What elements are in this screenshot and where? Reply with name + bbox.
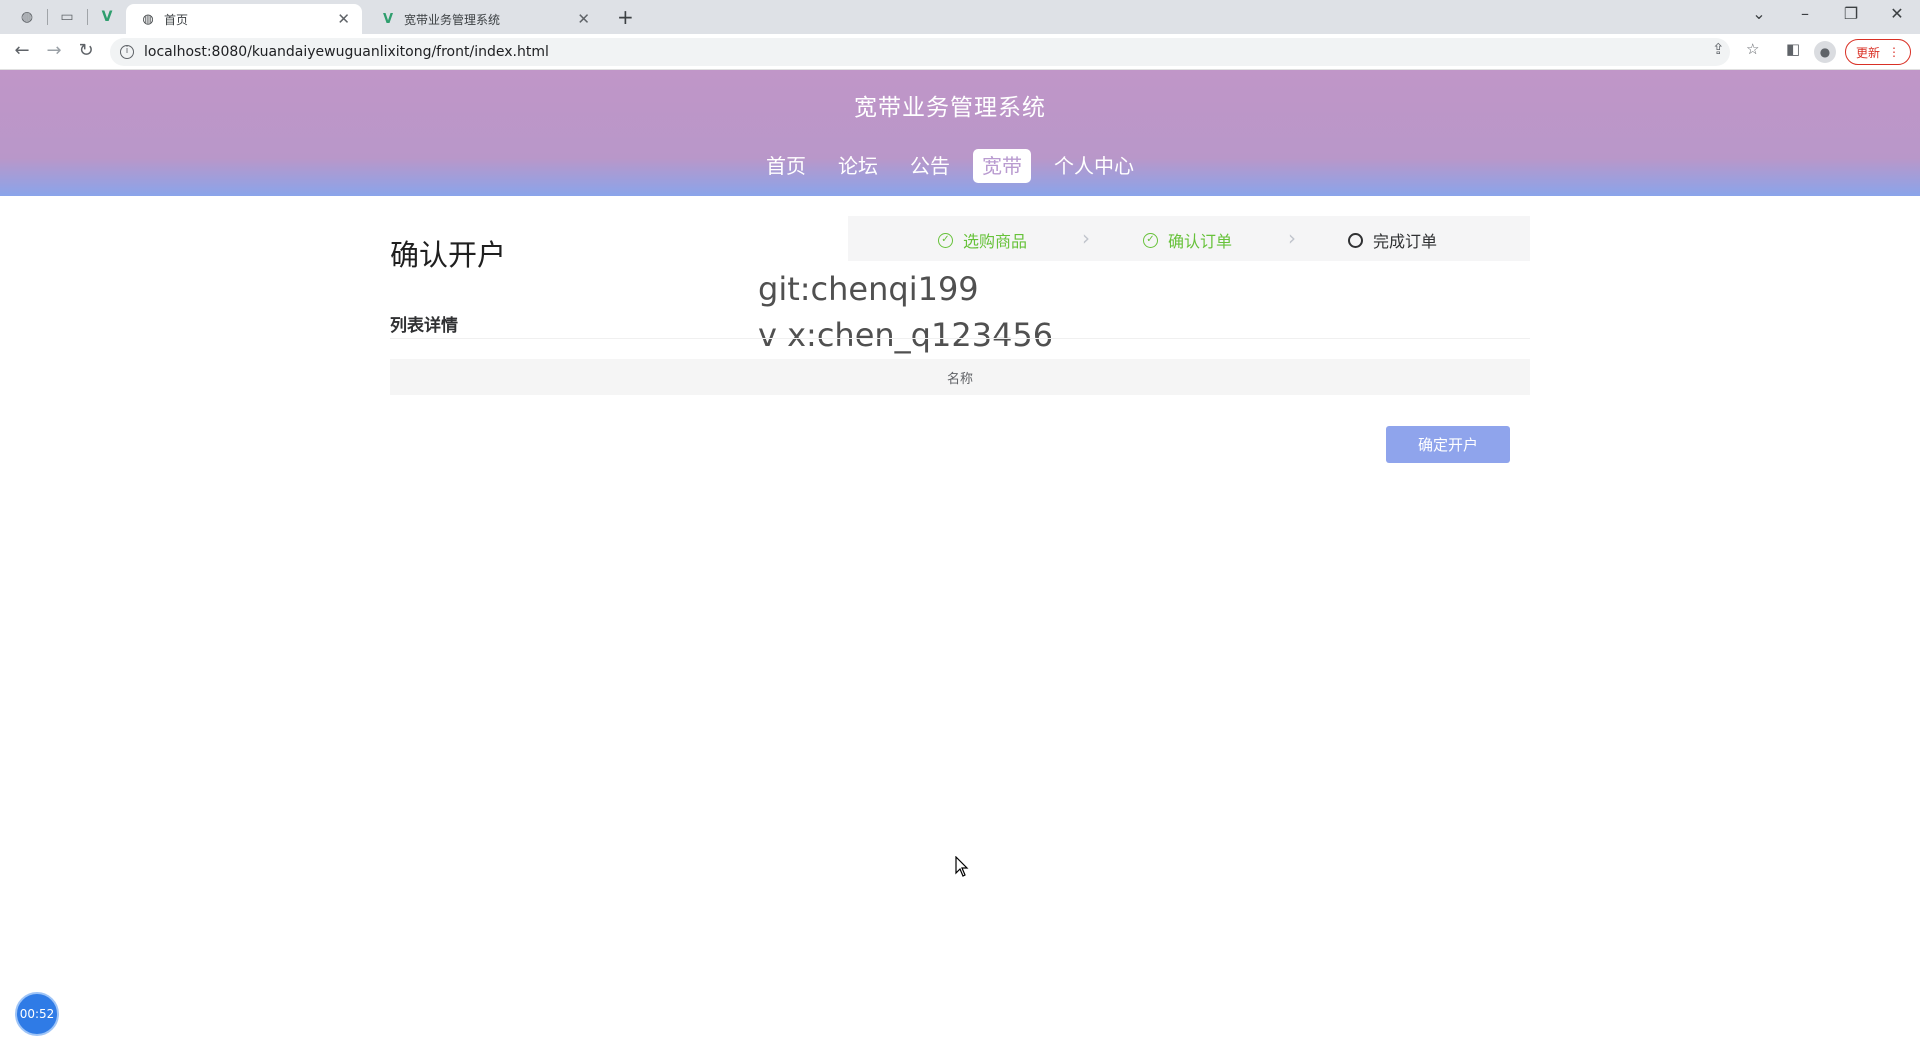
address-bar: ← → ↻ i localhost:8080/kuandaiyewuguanli… bbox=[0, 34, 1920, 70]
reload-icon[interactable]: ↻ bbox=[74, 40, 98, 61]
pinned-tab-globe-icon[interactable]: ◍ bbox=[14, 6, 40, 28]
restore-icon[interactable]: ❐ bbox=[1836, 4, 1866, 23]
nav-item-notice[interactable]: 公告 bbox=[901, 149, 959, 183]
step-complete-order: 完成订单 bbox=[1348, 228, 1437, 252]
section-title: 列表详情 bbox=[390, 316, 458, 336]
watermark-text: git:chenqi199 v x:chen_q123456 bbox=[758, 266, 1053, 358]
step-label: 选购商品 bbox=[963, 232, 1028, 251]
chevron-right-icon: › bbox=[1082, 226, 1090, 250]
confirm-open-account-button[interactable]: 确定开户 bbox=[1386, 426, 1510, 463]
tab-separator bbox=[47, 9, 48, 25]
profile-avatar-icon[interactable]: ● bbox=[1814, 41, 1836, 63]
pinned-tab-vue-icon[interactable]: V bbox=[94, 6, 120, 28]
update-button[interactable]: 更新 ⋮ bbox=[1845, 39, 1911, 65]
new-tab-plus-icon[interactable]: + bbox=[617, 5, 634, 29]
step-label: 完成订单 bbox=[1373, 232, 1438, 251]
url-text: localhost:8080/kuandaiyewuguanlixitong/f… bbox=[144, 44, 549, 60]
nav-item-home[interactable]: 首页 bbox=[757, 149, 815, 183]
step-select-goods: ✓ 选购商品 bbox=[938, 228, 1027, 252]
mouse-cursor-icon bbox=[955, 856, 969, 877]
step-label: 确认订单 bbox=[1168, 232, 1233, 251]
close-icon[interactable]: ✕ bbox=[577, 10, 590, 28]
app-title: 宽带业务管理系统 bbox=[854, 95, 1046, 121]
url-field[interactable]: i localhost:8080/kuandaiyewuguanlixitong… bbox=[110, 38, 1730, 66]
share-icon[interactable]: ⇪ bbox=[1712, 40, 1725, 58]
close-icon[interactable]: ✕ bbox=[337, 10, 350, 28]
tab-title: 宽带业务管理系统 bbox=[404, 12, 501, 27]
browser-tab-system[interactable]: V 宽带业务管理系统 ✕ bbox=[366, 4, 602, 34]
forward-arrow-icon[interactable]: → bbox=[42, 40, 66, 61]
nav-item-forum[interactable]: 论坛 bbox=[829, 149, 887, 183]
check-circle-icon: ✓ bbox=[938, 232, 953, 248]
update-label: 更新 bbox=[1855, 45, 1880, 60]
nav-item-personal-center[interactable]: 个人中心 bbox=[1045, 149, 1143, 183]
vue-logo-icon: V bbox=[382, 11, 394, 27]
tab-title: 首页 bbox=[164, 12, 189, 27]
browser-tab-strip: ◍ ▭ V ◍ 首页 ✕ V 宽带业务管理系统 ✕ + ⌄ – ❐ ✕ bbox=[0, 0, 1920, 34]
site-info-icon[interactable]: i bbox=[120, 45, 134, 59]
circle-icon bbox=[1348, 232, 1363, 248]
browser-tab-home[interactable]: ◍ 首页 ✕ bbox=[126, 4, 362, 34]
bookmark-star-icon[interactable]: ☆ bbox=[1746, 40, 1759, 58]
window-close-icon[interactable]: ✕ bbox=[1882, 4, 1912, 23]
chevron-right-icon: › bbox=[1288, 226, 1296, 250]
column-header-name: 名称 bbox=[946, 371, 973, 387]
minimize-icon[interactable]: – bbox=[1790, 4, 1820, 23]
tab-separator bbox=[87, 9, 88, 25]
tab-search-chevron-icon[interactable]: ⌄ bbox=[1744, 4, 1774, 23]
app-header: 宽带业务管理系统 首页 论坛 公告 宽带 个人中心 bbox=[0, 70, 1920, 196]
watermark-line: git:chenqi199 bbox=[758, 270, 979, 308]
table-header: 名称 bbox=[390, 359, 1530, 395]
nav-item-broadband[interactable]: 宽带 bbox=[973, 149, 1031, 183]
step-confirm-order: ✓ 确认订单 bbox=[1143, 228, 1232, 252]
pinned-tab-blank-icon[interactable]: ▭ bbox=[54, 6, 80, 28]
globe-icon: ◍ bbox=[142, 11, 154, 27]
side-panel-icon[interactable]: ◧ bbox=[1786, 40, 1800, 58]
recording-timer-badge[interactable]: 00:52 bbox=[15, 992, 59, 1036]
back-arrow-icon[interactable]: ← bbox=[10, 40, 34, 61]
more-menu-icon[interactable]: ⋮ bbox=[1888, 45, 1900, 59]
check-circle-icon: ✓ bbox=[1143, 232, 1158, 248]
order-steps: ✓ 选购商品 › ✓ 确认订单 › 完成订单 bbox=[848, 216, 1530, 261]
section-divider bbox=[390, 338, 1530, 339]
page-title: 确认开户 bbox=[390, 238, 507, 272]
main-nav: 首页 论坛 公告 宽带 个人中心 bbox=[0, 149, 1900, 183]
watermark-line: v x:chen_q123456 bbox=[758, 316, 1054, 354]
